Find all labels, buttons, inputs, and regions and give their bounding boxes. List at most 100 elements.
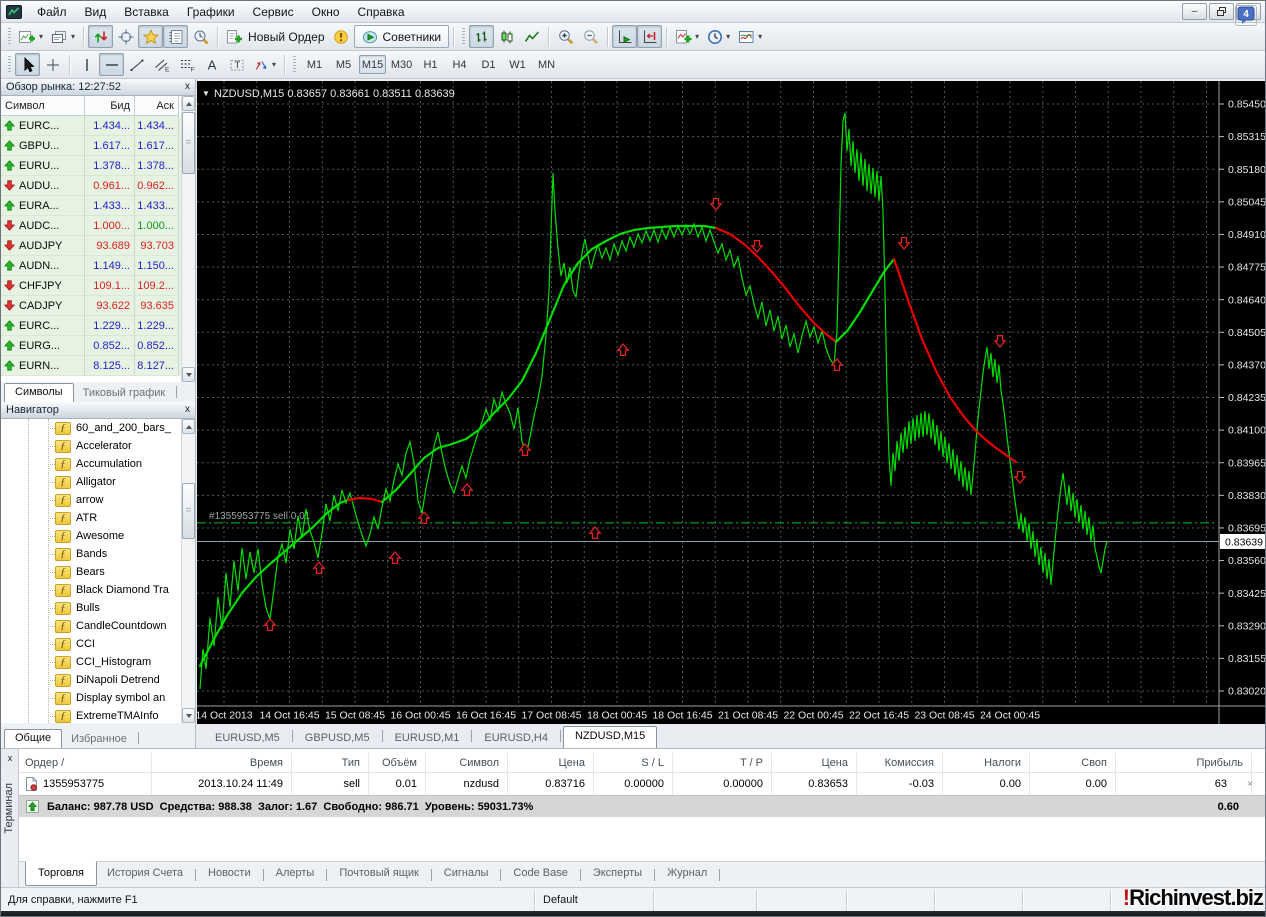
chart-tab-2[interactable]: EURUSD,M1	[385, 729, 470, 748]
scroll-down-button[interactable]	[182, 708, 195, 723]
expert-advisors-button[interactable]: Советники	[353, 25, 450, 48]
menu-item-window[interactable]: Окно	[303, 3, 349, 21]
market-watch-row[interactable]: CADJPY 93.622 93.635	[1, 296, 195, 316]
terminal-tab-2[interactable]: Новости	[198, 862, 261, 884]
close-icon[interactable]: x	[185, 82, 190, 92]
timeframe-M5[interactable]: M5	[330, 55, 357, 74]
menu-item-charts[interactable]: Графики	[178, 3, 244, 21]
market-watch-row[interactable]: AUDN... 1.149... 1.150...	[1, 256, 195, 276]
indicators-list-button[interactable]: ▾	[671, 25, 703, 48]
equidistant-channel-button[interactable]: E	[149, 53, 174, 76]
navigator-item[interactable]: ƒ ATR	[1, 509, 195, 527]
scroll-up-button[interactable]	[182, 96, 195, 111]
menu-item-file[interactable]: Файл	[28, 3, 76, 21]
chart-tab-3[interactable]: EURUSD,H4	[474, 729, 558, 748]
navigator-tab-0[interactable]: Общие	[4, 729, 63, 748]
navigator-item[interactable]: ƒ Alligator	[1, 473, 195, 491]
zoom-out-button[interactable]	[578, 25, 603, 48]
terminal-toggle-button[interactable]	[163, 25, 189, 48]
scrollbar-thumb[interactable]	[182, 483, 195, 539]
navigator-item[interactable]: ƒ Bears	[1, 563, 195, 581]
chart-candles-button[interactable]	[494, 25, 519, 48]
market-watch-row[interactable]: EURN... 8.125... 8.127...	[1, 356, 195, 376]
timeframe-H4[interactable]: H4	[446, 55, 473, 74]
chart-line-button[interactable]	[519, 25, 544, 48]
market-watch-row[interactable]: GBPU... 1.617... 1.617...	[1, 136, 195, 156]
minimize-button[interactable]: –	[1182, 3, 1207, 20]
navigator-item[interactable]: ƒ arrow	[1, 491, 195, 509]
menu-item-view[interactable]: Вид	[76, 3, 116, 21]
timeframe-MN[interactable]: MN	[533, 55, 560, 74]
terminal-column-commission[interactable]: Комиссия	[856, 753, 942, 772]
market-watch-tab-1[interactable]: Тиковый график	[74, 385, 175, 402]
strategy-tester-button[interactable]	[188, 25, 213, 48]
navigator-item[interactable]: ƒ ExtremeTMAInfo	[1, 707, 195, 723]
scroll-up-button[interactable]	[182, 419, 195, 434]
terminal-tab-0[interactable]: Торговля	[25, 861, 97, 886]
terminal-column-symbol[interactable]: Символ	[425, 753, 507, 772]
market-watch-row[interactable]: EURU... 1.378... 1.378...	[1, 156, 195, 176]
horizontal-line-button[interactable]	[99, 53, 124, 76]
new-chart-button[interactable]: ▾	[15, 25, 47, 48]
terminal-column-taxes[interactable]: Налоги	[942, 753, 1029, 772]
terminal-column-tp[interactable]: T / P	[672, 753, 771, 772]
terminal-tab-4[interactable]: Почтовый ящик	[329, 862, 428, 884]
zoom-in-button[interactable]	[553, 25, 578, 48]
timeframe-M15[interactable]: M15	[359, 55, 387, 74]
market-watch-toggle-button[interactable]	[88, 25, 114, 48]
navigator-item[interactable]: ƒ CCI	[1, 635, 195, 653]
restore-button[interactable]	[1209, 3, 1234, 20]
cursor-button[interactable]	[15, 53, 40, 76]
terminal-column-price-open[interactable]: Цена	[507, 753, 593, 772]
trendline-button[interactable]	[124, 53, 149, 76]
navigator-item[interactable]: ƒ Accumulation	[1, 455, 195, 473]
timeframe-D1[interactable]: D1	[475, 55, 502, 74]
mw-column-2[interactable]: Аск	[135, 96, 179, 116]
terminal-column-volume[interactable]: Объём	[368, 753, 425, 772]
navigator-item[interactable]: ƒ Bulls	[1, 599, 195, 617]
market-watch-row[interactable]: EURC... 1.229... 1.229...	[1, 316, 195, 336]
terminal-tab-1[interactable]: История Счета	[97, 862, 193, 884]
timeframe-M1[interactable]: M1	[301, 55, 328, 74]
chart-area[interactable]: 0.85450 0.85315 0.85180 0.85045 0.84910 0.847…	[197, 81, 1266, 724]
terminal-column-profit[interactable]: Прибыль	[1115, 753, 1251, 772]
terminal-tab-8[interactable]: Журнал	[657, 862, 717, 884]
data-window-button[interactable]	[113, 25, 138, 48]
terminal-tab-3[interactable]: Алерты	[266, 862, 325, 884]
navigator-toggle-button[interactable]	[138, 25, 164, 48]
navigator-item[interactable]: ƒ Accelerator	[1, 437, 195, 455]
mw-column-0[interactable]: Символ	[1, 96, 85, 116]
templates-button[interactable]: ▾	[734, 25, 766, 48]
chart-tab-0[interactable]: EURUSD,M5	[205, 729, 290, 748]
navigator-item[interactable]: ƒ Black Diamond Tra	[1, 581, 195, 599]
profiles-button[interactable]: ▾	[47, 25, 79, 48]
order-row[interactable]: × 1355953775 2013.10.24 11:49 sell 0.01 nzdu…	[19, 773, 1265, 795]
chart-shift-button[interactable]	[637, 25, 663, 48]
auto-scroll-button[interactable]	[612, 25, 638, 48]
chart-tab-1[interactable]: GBPUSD,M5	[295, 729, 380, 748]
navigator-scrollbar[interactable]	[181, 419, 195, 723]
menu-item-tools[interactable]: Сервис	[244, 3, 303, 21]
navigator-item[interactable]: ƒ Awesome	[1, 527, 195, 545]
menu-item-insert[interactable]: Вставка	[115, 3, 178, 21]
timeframe-M30[interactable]: M30	[388, 55, 415, 74]
terminal-column-order[interactable]: Ордер /	[19, 753, 151, 772]
market-watch-row[interactable]: AUDU... 0.961... 0.962...	[1, 176, 195, 196]
chart-bars-button[interactable]	[469, 25, 495, 48]
navigator-item[interactable]: ƒ 60_and_200_bars_	[1, 419, 195, 437]
close-icon[interactable]: x	[4, 752, 16, 764]
market-watch-row[interactable]: AUDC... 1.000... 1.000...	[1, 216, 195, 236]
crosshair-button[interactable]	[40, 53, 65, 76]
terminal-column-type[interactable]: Тип	[291, 753, 368, 772]
terminal-tab-7[interactable]: Эксперты	[583, 862, 652, 884]
market-watch-row[interactable]: CHFJPY 109.1... 109.2...	[1, 276, 195, 296]
market-watch-row[interactable]: EURC... 1.434... 1.434...	[1, 116, 195, 136]
profile-selector[interactable]: Default	[543, 894, 578, 906]
new-order-button[interactable]: Новый Ордер	[222, 25, 328, 48]
market-watch-row[interactable]: AUDJPY 93.689 93.703	[1, 236, 195, 256]
close-icon[interactable]: x	[185, 405, 190, 415]
terminal-column-price-current[interactable]: Цена	[771, 753, 856, 772]
navigator-item[interactable]: ƒ CandleCountdown	[1, 617, 195, 635]
text-button[interactable]: A	[199, 53, 224, 76]
timeframe-H1[interactable]: H1	[417, 55, 444, 74]
